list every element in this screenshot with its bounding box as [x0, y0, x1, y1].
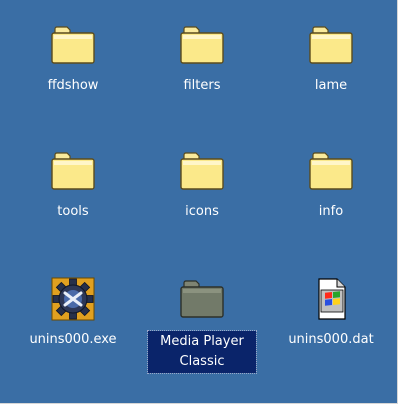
icon-label[interactable]: Media Player Classic	[147, 330, 257, 374]
folder-icon[interactable]	[307, 147, 355, 195]
icon-item-unins000-exe[interactable]: unins000.exe	[8, 275, 138, 349]
icon-item-media-player-classic[interactable]: Media Player Classic	[137, 275, 267, 374]
icon-label[interactable]: unins000.dat	[285, 331, 376, 349]
folder-icon[interactable]	[307, 21, 355, 69]
folder-icon[interactable]	[178, 275, 226, 323]
icon-label[interactable]: filters	[180, 77, 223, 95]
windows-file-icon[interactable]	[307, 275, 355, 323]
icon-item-lame[interactable]: lame	[266, 21, 396, 95]
uninstaller-gear-icon[interactable]	[49, 275, 97, 323]
icon-label[interactable]: info	[316, 203, 346, 221]
icon-label[interactable]: ffdshow	[45, 77, 102, 95]
folder-icon[interactable]	[178, 21, 226, 69]
folder-icon[interactable]	[178, 147, 226, 195]
icon-label[interactable]: icons	[182, 203, 222, 221]
icon-label[interactable]: lame	[312, 77, 350, 95]
icon-label[interactable]: tools	[54, 203, 91, 221]
icon-item-unins000-dat[interactable]: unins000.dat	[266, 275, 396, 349]
icon-item-ffdshow[interactable]: ffdshow	[8, 21, 138, 95]
folder-icon[interactable]	[49, 147, 97, 195]
icon-label[interactable]: unins000.exe	[26, 331, 119, 349]
folder-icon[interactable]	[49, 21, 97, 69]
icon-item-icons[interactable]: icons	[137, 147, 267, 221]
icon-item-tools[interactable]: tools	[8, 147, 138, 221]
icon-item-info[interactable]: info	[266, 147, 396, 221]
explorer-window: ffdshow filters lame tools icons info un…	[0, 0, 398, 404]
icon-item-filters[interactable]: filters	[137, 21, 267, 95]
